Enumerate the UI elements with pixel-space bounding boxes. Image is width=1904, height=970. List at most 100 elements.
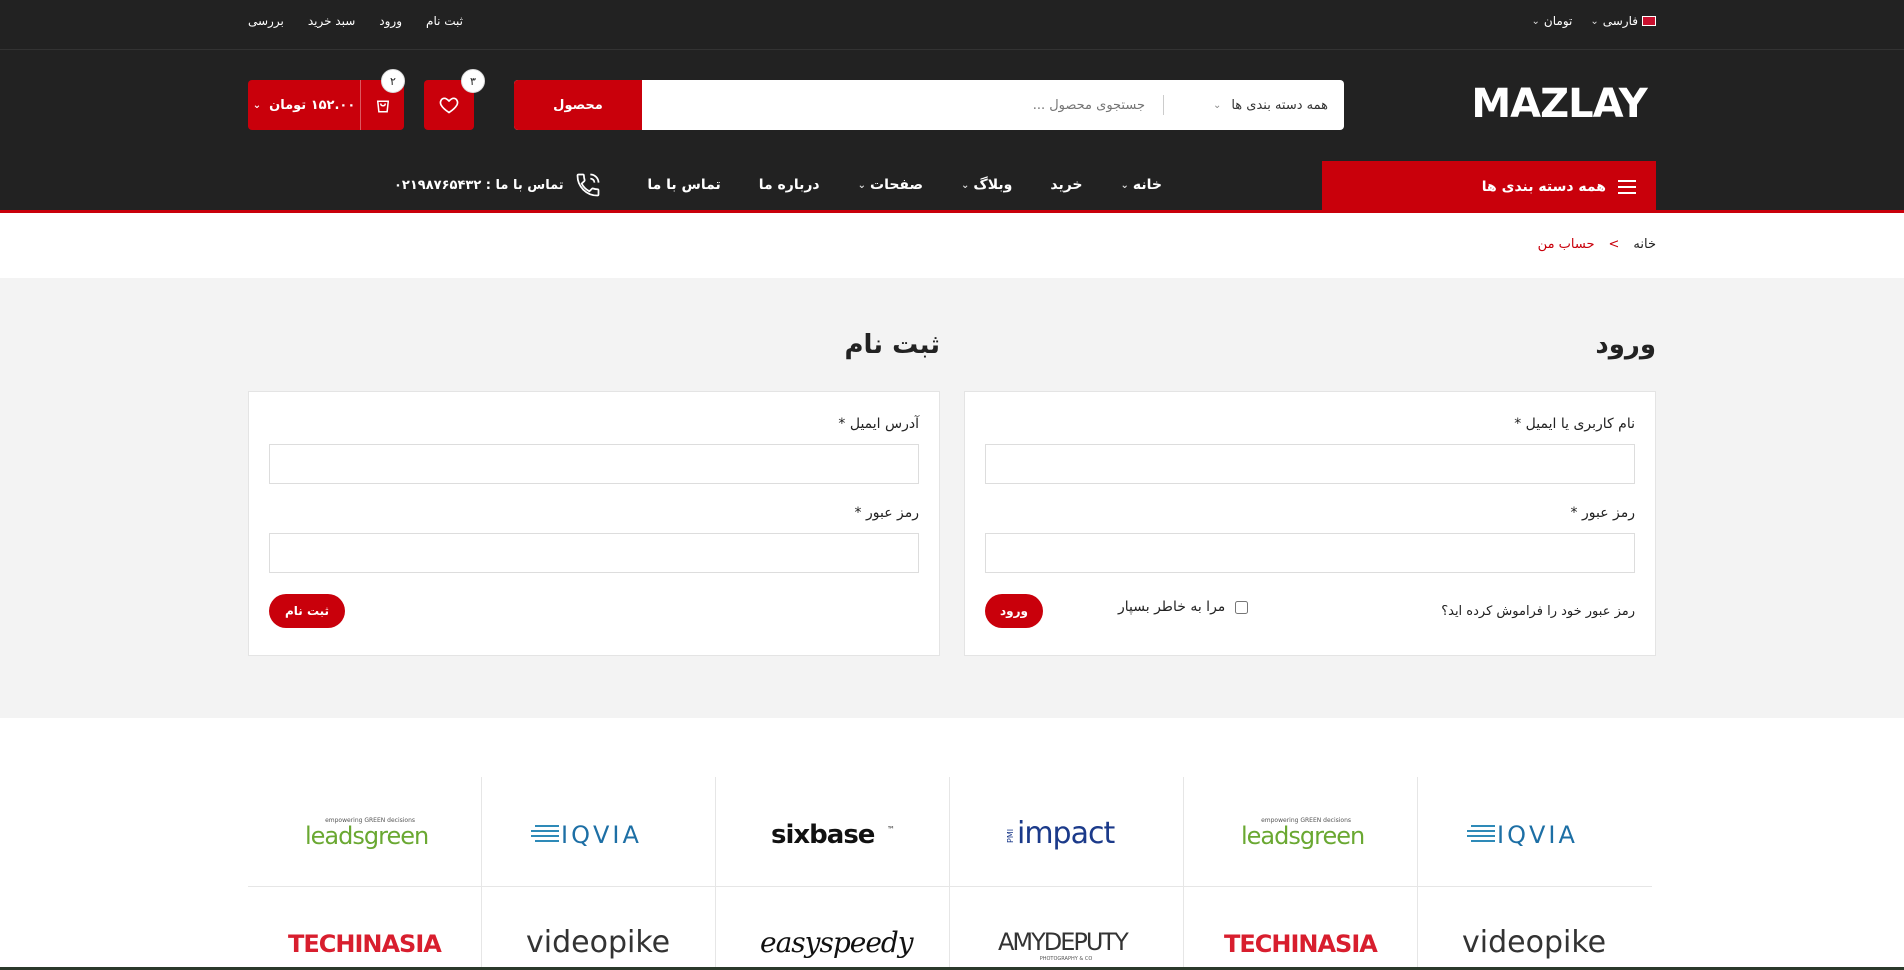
login-password-label: رمز عبور * (1570, 505, 1635, 521)
wishlist-button[interactable]: ۳ (424, 69, 485, 130)
iqvia-logo: IQVIA (530, 821, 642, 849)
svg-text:leadsgreen: leadsgreen (305, 822, 428, 850)
brand-iqvia[interactable]: IQVIA (482, 777, 716, 887)
account-links: ثبت نام ورود سبد خرید بررسی (248, 14, 463, 28)
breadcrumb: خانه > حساب من (1538, 237, 1656, 252)
chevron-down-icon: ⌄ (1212, 99, 1222, 111)
breadcrumb-home[interactable]: خانه (1633, 237, 1656, 252)
search-input[interactable] (642, 80, 1163, 130)
language-select[interactable]: ⌄ فارسی (1590, 14, 1656, 28)
cart-total: ۱۵۲.۰۰ تومان ⌄ (252, 97, 356, 113)
nav-item-contact[interactable]: تماس با ما (647, 177, 720, 193)
register-password-label: رمز عبور * (854, 505, 919, 521)
cart-icon-wrap: ۲ (360, 69, 405, 130)
brand-leadsgreen-2[interactable]: empowering GREEN decisions leadsgreen (1184, 777, 1418, 887)
svg-text:™: ™ (887, 825, 895, 834)
account-section: ورود ثبت نام نام کاربری یا ایمیل * رمز ع… (0, 278, 1904, 718)
svg-text:TECHINASIA: TECHINASIA (1224, 930, 1378, 958)
easyspeedy-logo: easyspeedy (760, 926, 916, 959)
nav-item-shop[interactable]: خرید (1050, 177, 1082, 193)
svg-text:videopike: videopike (1462, 925, 1606, 960)
svg-text:videopike: videopike (526, 925, 670, 960)
sixbase-logo: sixbase ™ (771, 820, 895, 850)
chevron-down-icon: ⌄ (252, 99, 262, 111)
contact-phone: تماس با ما : ۰۲۱۹۸۷۶۵۴۳۲ (394, 171, 602, 199)
nav-menu: خانه ⌄ خرید وبلاگ ⌄ صفحات ⌄ درباره ما تماس … (647, 177, 1162, 193)
search-category-select[interactable]: همه دسته بندی ها ⌄ (1164, 80, 1344, 130)
email-field[interactable] (269, 444, 919, 484)
username-input[interactable] (986, 445, 1634, 483)
nav-item-pages[interactable]: صفحات ⌄ (858, 177, 923, 193)
wishlist-count-badge: ۳ (461, 69, 485, 93)
username-field[interactable] (985, 444, 1635, 484)
login-link[interactable]: ورود (379, 14, 402, 28)
remember-me-checkbox[interactable] (1235, 600, 1249, 614)
site-logo[interactable]: MAZLAY (1462, 80, 1656, 124)
currency-select[interactable]: ⌄ تومان (1532, 14, 1573, 28)
register-title: ثبت نام (844, 330, 940, 360)
register-link[interactable]: ثبت نام (426, 14, 463, 28)
techinasia-logo: TECHINASIA (288, 930, 443, 958)
all-categories-button[interactable]: همه دسته بندی ها (1322, 161, 1656, 213)
svg-text:PMI: PMI (1006, 828, 1015, 842)
chevron-down-icon: ⌄ (1531, 15, 1540, 27)
chevron-down-icon: ⌄ (857, 179, 866, 191)
locale-selectors: ⌄ تومان ⌄ فارسی (1532, 14, 1656, 28)
forgot-password-link[interactable]: رمز عبور خود را فراموش کرده اید؟ (1441, 604, 1635, 619)
videopike-logo: videopike (1462, 925, 1606, 960)
brand-techinasia-2[interactable]: TECHINASIA (1184, 887, 1418, 970)
email-label: آدرس ایمیل * (838, 416, 919, 432)
brand-videopike-2[interactable]: videopike (1418, 887, 1652, 970)
search-divider (1163, 95, 1164, 115)
shopping-bag-icon (376, 100, 389, 113)
leadsgreen-logo: empowering GREEN decisions leadsgreen (1241, 817, 1365, 850)
nav-item-about[interactable]: درباره ما (759, 177, 820, 193)
phone-icon (576, 173, 600, 197)
breadcrumb-current: حساب من (1537, 237, 1595, 252)
top-bar: ثبت نام ورود سبد خرید بررسی ⌄ تومان ⌄ فا… (0, 0, 1904, 50)
svg-text:PHOTOGRAPHY & CO: PHOTOGRAPHY & CO (1039, 956, 1092, 962)
logo-text: MAZLAY (1471, 81, 1648, 124)
main-header: MAZLAY همه دسته بندی ها ⌄ محصول ۳ ۲ ۱۵۲.… (0, 50, 1904, 160)
brand-videopike[interactable]: videopike (482, 887, 716, 970)
brand-iqvia-2[interactable]: IQVIA (1418, 777, 1652, 887)
remember-me[interactable]: مرا به خاطر بسپار (1118, 599, 1249, 615)
breadcrumb-separator: > (1608, 237, 1620, 252)
chevron-down-icon: ⌄ (1590, 15, 1599, 27)
svg-text:easyspeedy: easyspeedy (760, 926, 915, 959)
svg-text:IQVIA: IQVIA (561, 821, 642, 849)
email-input[interactable] (270, 445, 918, 483)
menu-icon (1618, 180, 1636, 194)
chevron-down-icon: ⌄ (961, 179, 970, 191)
brand-amydeputy[interactable]: AMYDEPUTY PHOTOGRAPHY & CO (950, 887, 1184, 970)
brand-easyspeedy[interactable]: easyspeedy (716, 887, 950, 970)
register-form: آدرس ایمیل * رمز عبور * ثبت نام (248, 391, 940, 656)
svg-text:impact: impact (1017, 816, 1115, 851)
svg-text:AMYDEPUTY: AMYDEPUTY (998, 928, 1129, 956)
amydeputy-logo: AMYDEPUTY PHOTOGRAPHY & CO (998, 928, 1131, 962)
register-password-input[interactable] (270, 534, 918, 572)
login-password-field[interactable] (985, 533, 1635, 573)
nav-item-blog[interactable]: وبلاگ ⌄ (961, 177, 1012, 193)
search-button[interactable]: محصول (514, 80, 642, 130)
nav-item-home[interactable]: خانه ⌄ (1121, 177, 1162, 193)
login-password-input[interactable] (986, 534, 1634, 572)
cart-link[interactable]: سبد خرید (308, 14, 355, 28)
brand-sixbase[interactable]: sixbase ™ (716, 777, 950, 887)
checkout-link[interactable]: بررسی (248, 14, 284, 28)
svg-text:sixbase: sixbase (771, 820, 875, 850)
login-button[interactable]: ورود (985, 594, 1043, 628)
main-nav: همه دسته بندی ها خانه ⌄ خرید وبلاگ ⌄ صفحات… (0, 160, 1904, 213)
register-button[interactable]: ثبت نام (269, 594, 345, 628)
register-password-field[interactable] (269, 533, 919, 573)
login-title: ورود (1595, 330, 1656, 360)
uk-flag-icon (1642, 16, 1656, 26)
cart-count-badge: ۲ (381, 69, 405, 93)
brand-impact[interactable]: PMI impact (950, 777, 1184, 887)
brand-leadsgreen[interactable]: empowering GREEN decisions leadsgreen (248, 777, 482, 887)
impact-logo: PMI impact (1006, 816, 1116, 851)
cart-button[interactable]: ۲ ۱۵۲.۰۰ تومان ⌄ (248, 69, 405, 130)
chevron-down-icon: ⌄ (1120, 179, 1129, 191)
brand-techinasia[interactable]: TECHINASIA (248, 887, 482, 970)
leadsgreen-logo: empowering GREEN decisions leadsgreen (305, 817, 429, 850)
